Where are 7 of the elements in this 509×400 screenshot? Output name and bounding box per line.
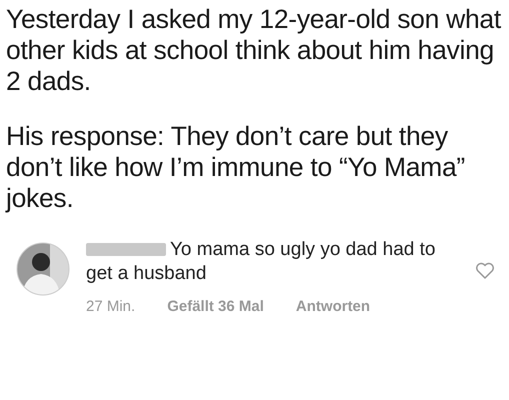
post-paragraph: Yesterday I asked my 12-year-old son what other kids at school think about him having 2 dads. (6, 4, 501, 97)
heart-icon[interactable] (475, 262, 495, 280)
comment-text: Yo mama so ugly yo dad had to get a husband (86, 238, 436, 286)
like-count[interactable]: Gefällt 36 Mal (167, 298, 264, 315)
post-paragraph: His response: They don’t care but they don’t like how I’m immune to “Yo Mama” jokes. (6, 121, 466, 214)
comment-time: 27 Min. (86, 298, 136, 315)
reply-link[interactable]: Antworten (296, 298, 370, 315)
